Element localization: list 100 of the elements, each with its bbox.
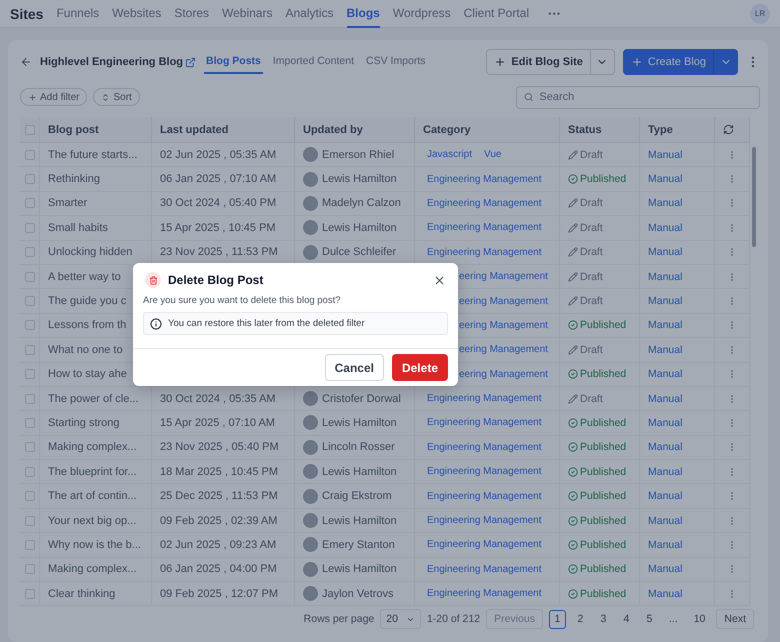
- nav-tab[interactable]: Funnels: [56, 0, 100, 28]
- date-text: 02 Jun 2025 , 09:23 AM: [160, 538, 276, 551]
- user-avatar[interactable]: LR: [750, 4, 770, 24]
- checkbox[interactable]: [24, 516, 34, 526]
- blog-post-title[interactable]: Small habits: [48, 222, 108, 234]
- nav-tab[interactable]: Stores: [174, 0, 209, 28]
- add-filter-button[interactable]: Add filter: [20, 88, 88, 106]
- scrollbar[interactable]: [752, 147, 756, 247]
- nav-tab[interactable]: Blogs: [346, 0, 380, 28]
- type-label: Manual: [648, 490, 682, 502]
- blog-post-title[interactable]: The art of contin...: [48, 490, 137, 502]
- checkbox[interactable]: [24, 564, 34, 574]
- checkbox[interactable]: [24, 174, 34, 184]
- category-tag: Engineering Management: [423, 221, 546, 234]
- category-tag: eering Management: [455, 368, 552, 381]
- type-label: Manual: [648, 222, 682, 234]
- pencil-icon: [568, 272, 578, 282]
- checkbox[interactable]: [24, 369, 34, 380]
- blog-post-title[interactable]: The guide you c: [48, 295, 126, 308]
- create-blog-button[interactable]: Create Blog: [624, 50, 713, 74]
- status-label: Published: [568, 319, 626, 332]
- blog-post-title[interactable]: Clear thinking: [48, 588, 116, 600]
- checkbox[interactable]: [24, 150, 34, 160]
- author-name: Lincoln Rosser: [322, 441, 395, 454]
- back-arrow-icon[interactable]: [20, 56, 32, 68]
- date-text: 09 Feb 2025 , 02:39 AM: [160, 514, 278, 527]
- page-button[interactable]: 1: [548, 610, 566, 629]
- checkbox[interactable]: [24, 124, 34, 134]
- checkbox[interactable]: [24, 320, 34, 330]
- blog-post-title[interactable]: Lessons from th: [48, 319, 126, 332]
- blog-post-title[interactable]: What no one to: [48, 344, 123, 356]
- refresh-icon[interactable]: [723, 124, 734, 135]
- author-name: Lewis Hamilton: [322, 416, 397, 429]
- avatar-icon: [303, 586, 318, 602]
- checkbox[interactable]: [24, 588, 34, 599]
- close-button[interactable]: [433, 274, 446, 286]
- blog-post-title[interactable]: Smarter: [48, 197, 88, 210]
- checkbox[interactable]: [24, 442, 34, 452]
- blog-post-title[interactable]: Making complex...: [48, 563, 137, 576]
- checkbox[interactable]: [24, 466, 34, 477]
- avatar-icon: [303, 440, 318, 455]
- blog-post-title[interactable]: A better way to: [48, 270, 121, 283]
- checkbox[interactable]: [24, 247, 34, 258]
- blog-post-title[interactable]: Your next big op...: [48, 514, 136, 527]
- nav-tab[interactable]: Client Portal: [464, 0, 530, 28]
- more-button[interactable]: ···: [548, 6, 562, 21]
- edit-blog-site-button[interactable]: Edit Blog Site: [487, 50, 590, 74]
- blog-post-title[interactable]: Rethinking: [48, 173, 100, 186]
- sort-button[interactable]: Sort: [93, 88, 140, 106]
- nav-tab[interactable]: Analytics: [285, 0, 334, 28]
- external-link-icon[interactable]: [185, 56, 196, 68]
- rows-per-page-select[interactable]: 20: [380, 609, 421, 630]
- blog-post-title[interactable]: The power of cle...: [48, 392, 138, 405]
- status-label: Published: [568, 490, 626, 502]
- checkbox[interactable]: [24, 394, 34, 404]
- cancel-button[interactable]: Cancel: [324, 354, 384, 381]
- nav-tab[interactable]: Wordpress: [392, 0, 451, 28]
- type-label: Manual: [648, 563, 682, 576]
- nav-tab[interactable]: Websites: [112, 0, 162, 28]
- search-input[interactable]: Search: [537, 90, 752, 104]
- blog-post-title[interactable]: Starting strong: [48, 416, 120, 429]
- nav-tab[interactable]: Webinars: [222, 0, 272, 28]
- search-field[interactable]: Search: [516, 86, 760, 108]
- checkbox[interactable]: [24, 222, 34, 233]
- checkbox[interactable]: [24, 418, 34, 428]
- sub-tab[interactable]: Imported Content: [270, 50, 356, 74]
- search-icon: [524, 92, 534, 102]
- sub-tab[interactable]: CSV Imports: [364, 50, 428, 74]
- status-label: Published: [568, 514, 626, 527]
- status-label: Published: [568, 466, 626, 478]
- checkbox[interactable]: [24, 344, 34, 355]
- category-tag: Vue: [480, 148, 506, 162]
- blog-post-title[interactable]: Why now is the b...: [48, 538, 141, 551]
- blog-post-title[interactable]: Unlocking hidden: [48, 246, 132, 258]
- category-tag: Engineering Management: [423, 465, 546, 478]
- date-text: 25 Dec 2025 , 11:53 PM: [160, 490, 278, 502]
- delete-button[interactable]: Delete: [392, 354, 448, 381]
- check-circle-icon: [568, 174, 578, 184]
- status-label: Draft: [568, 344, 603, 356]
- blog-post-title[interactable]: The future starts...: [48, 148, 138, 161]
- info-icon: [150, 318, 162, 330]
- check-circle-icon: [568, 466, 578, 477]
- next-button[interactable]: Next: [716, 609, 754, 630]
- previous-button[interactable]: Previous: [486, 609, 543, 630]
- category-tag: Engineering Management: [423, 392, 546, 406]
- blog-post-title[interactable]: Making complex...: [48, 441, 137, 454]
- checkbox[interactable]: [24, 491, 34, 502]
- checkbox[interactable]: [24, 296, 34, 306]
- checkbox[interactable]: [24, 198, 34, 208]
- category-tag: Engineering Management: [423, 440, 546, 454]
- status-label: Draft: [568, 246, 603, 258]
- avatar-icon: [303, 391, 318, 406]
- blog-post-title[interactable]: The blueprint for...: [48, 466, 137, 478]
- checkbox[interactable]: [24, 540, 34, 550]
- category-tag: Engineering Management: [423, 562, 546, 576]
- blog-post-title[interactable]: How to stay ahe: [48, 368, 127, 380]
- category-tag: eering Management: [455, 343, 552, 356]
- sub-tab[interactable]: Blog Posts: [204, 50, 263, 74]
- date-text: 30 Oct 2024 , 05:40 PM: [160, 197, 276, 210]
- checkbox[interactable]: [24, 272, 34, 282]
